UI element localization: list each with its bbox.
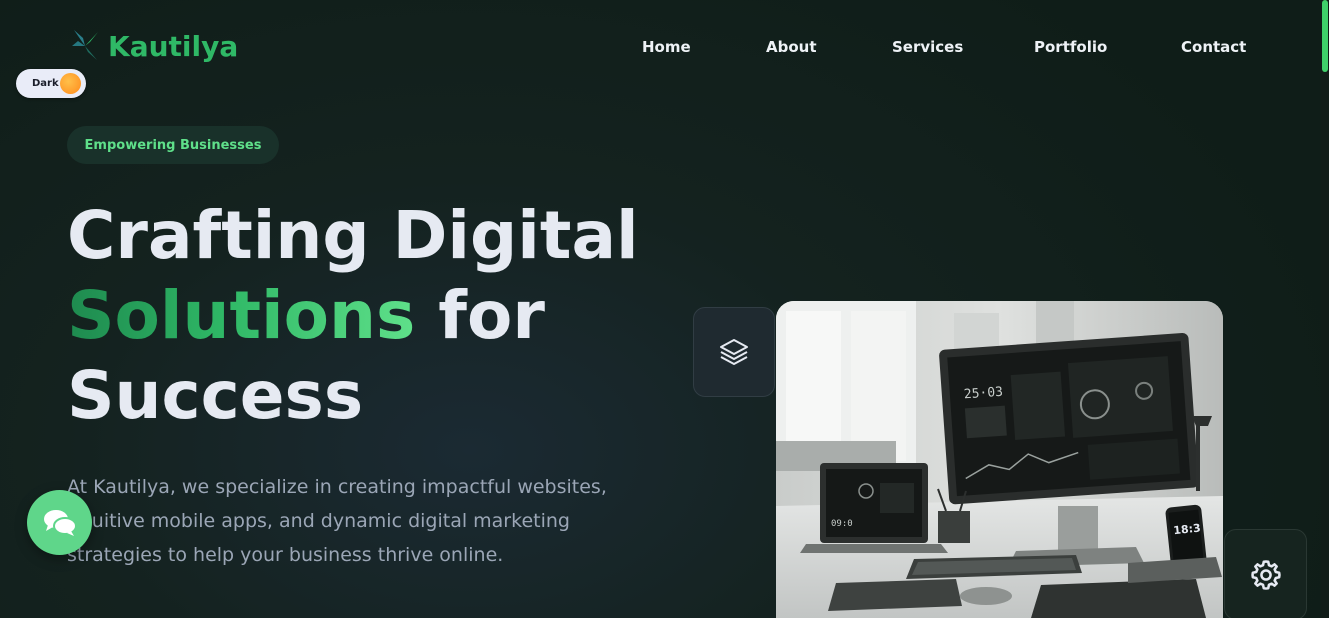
layers-icon (720, 339, 748, 365)
theme-toggle[interactable]: Dark (16, 69, 86, 98)
hero-badge: Empowering Businesses (67, 126, 279, 164)
nav-portfolio[interactable]: Portfolio (1034, 38, 1107, 56)
nav-contact[interactable]: Contact (1181, 38, 1246, 56)
main-nav: Home About Services Portfolio Contact (0, 38, 1329, 58)
scrollbar-thumb[interactable] (1322, 0, 1328, 72)
headline-line-2-rest: for (415, 277, 545, 354)
chat-bubbles-icon (43, 509, 77, 536)
settings-card[interactable] (1224, 529, 1307, 618)
hero-workstation-image: 25·03 09:0 18:3 (776, 301, 1223, 618)
gear-icon (1250, 559, 1281, 590)
layers-card[interactable] (693, 307, 775, 397)
headline-highlight: Solutions (67, 277, 416, 354)
nav-home[interactable]: Home (642, 38, 691, 56)
hero-headline: Crafting Digital Solutions for Success (67, 196, 639, 436)
theme-toggle-label: Dark (32, 78, 59, 89)
page-scrollbar[interactable] (1321, 0, 1329, 618)
nav-services[interactable]: Services (892, 38, 963, 56)
headline-line-2: Solutions for (67, 276, 639, 356)
chat-button[interactable] (27, 490, 92, 555)
svg-text:09:0: 09:0 (831, 519, 853, 529)
sun-icon (60, 73, 81, 94)
hero-description: At Kautilya, we specialize in creating i… (67, 476, 607, 566)
workstation-illustration: 25·03 09:0 18:3 (776, 301, 1223, 618)
nav-about[interactable]: About (766, 38, 817, 56)
monitor-time-text: 25·03 (963, 385, 1003, 403)
headline-line-1: Crafting Digital (67, 197, 639, 274)
headline-line-3: Success (67, 357, 364, 434)
